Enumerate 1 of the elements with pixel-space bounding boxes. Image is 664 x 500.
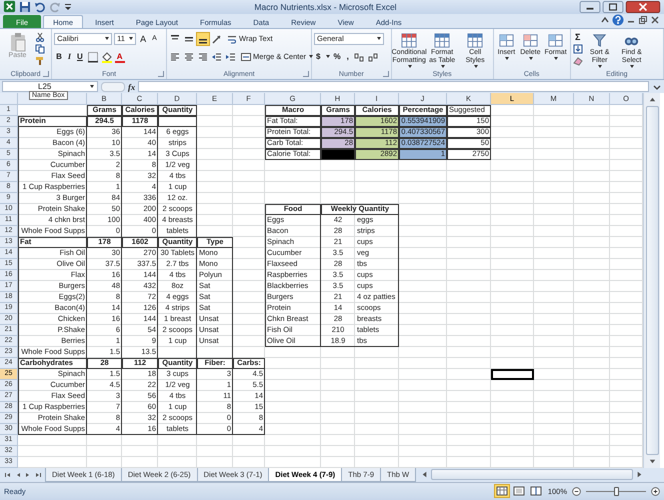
window-title: Macro Nutrients.xlsx - Microsoft Excel (253, 2, 398, 12)
